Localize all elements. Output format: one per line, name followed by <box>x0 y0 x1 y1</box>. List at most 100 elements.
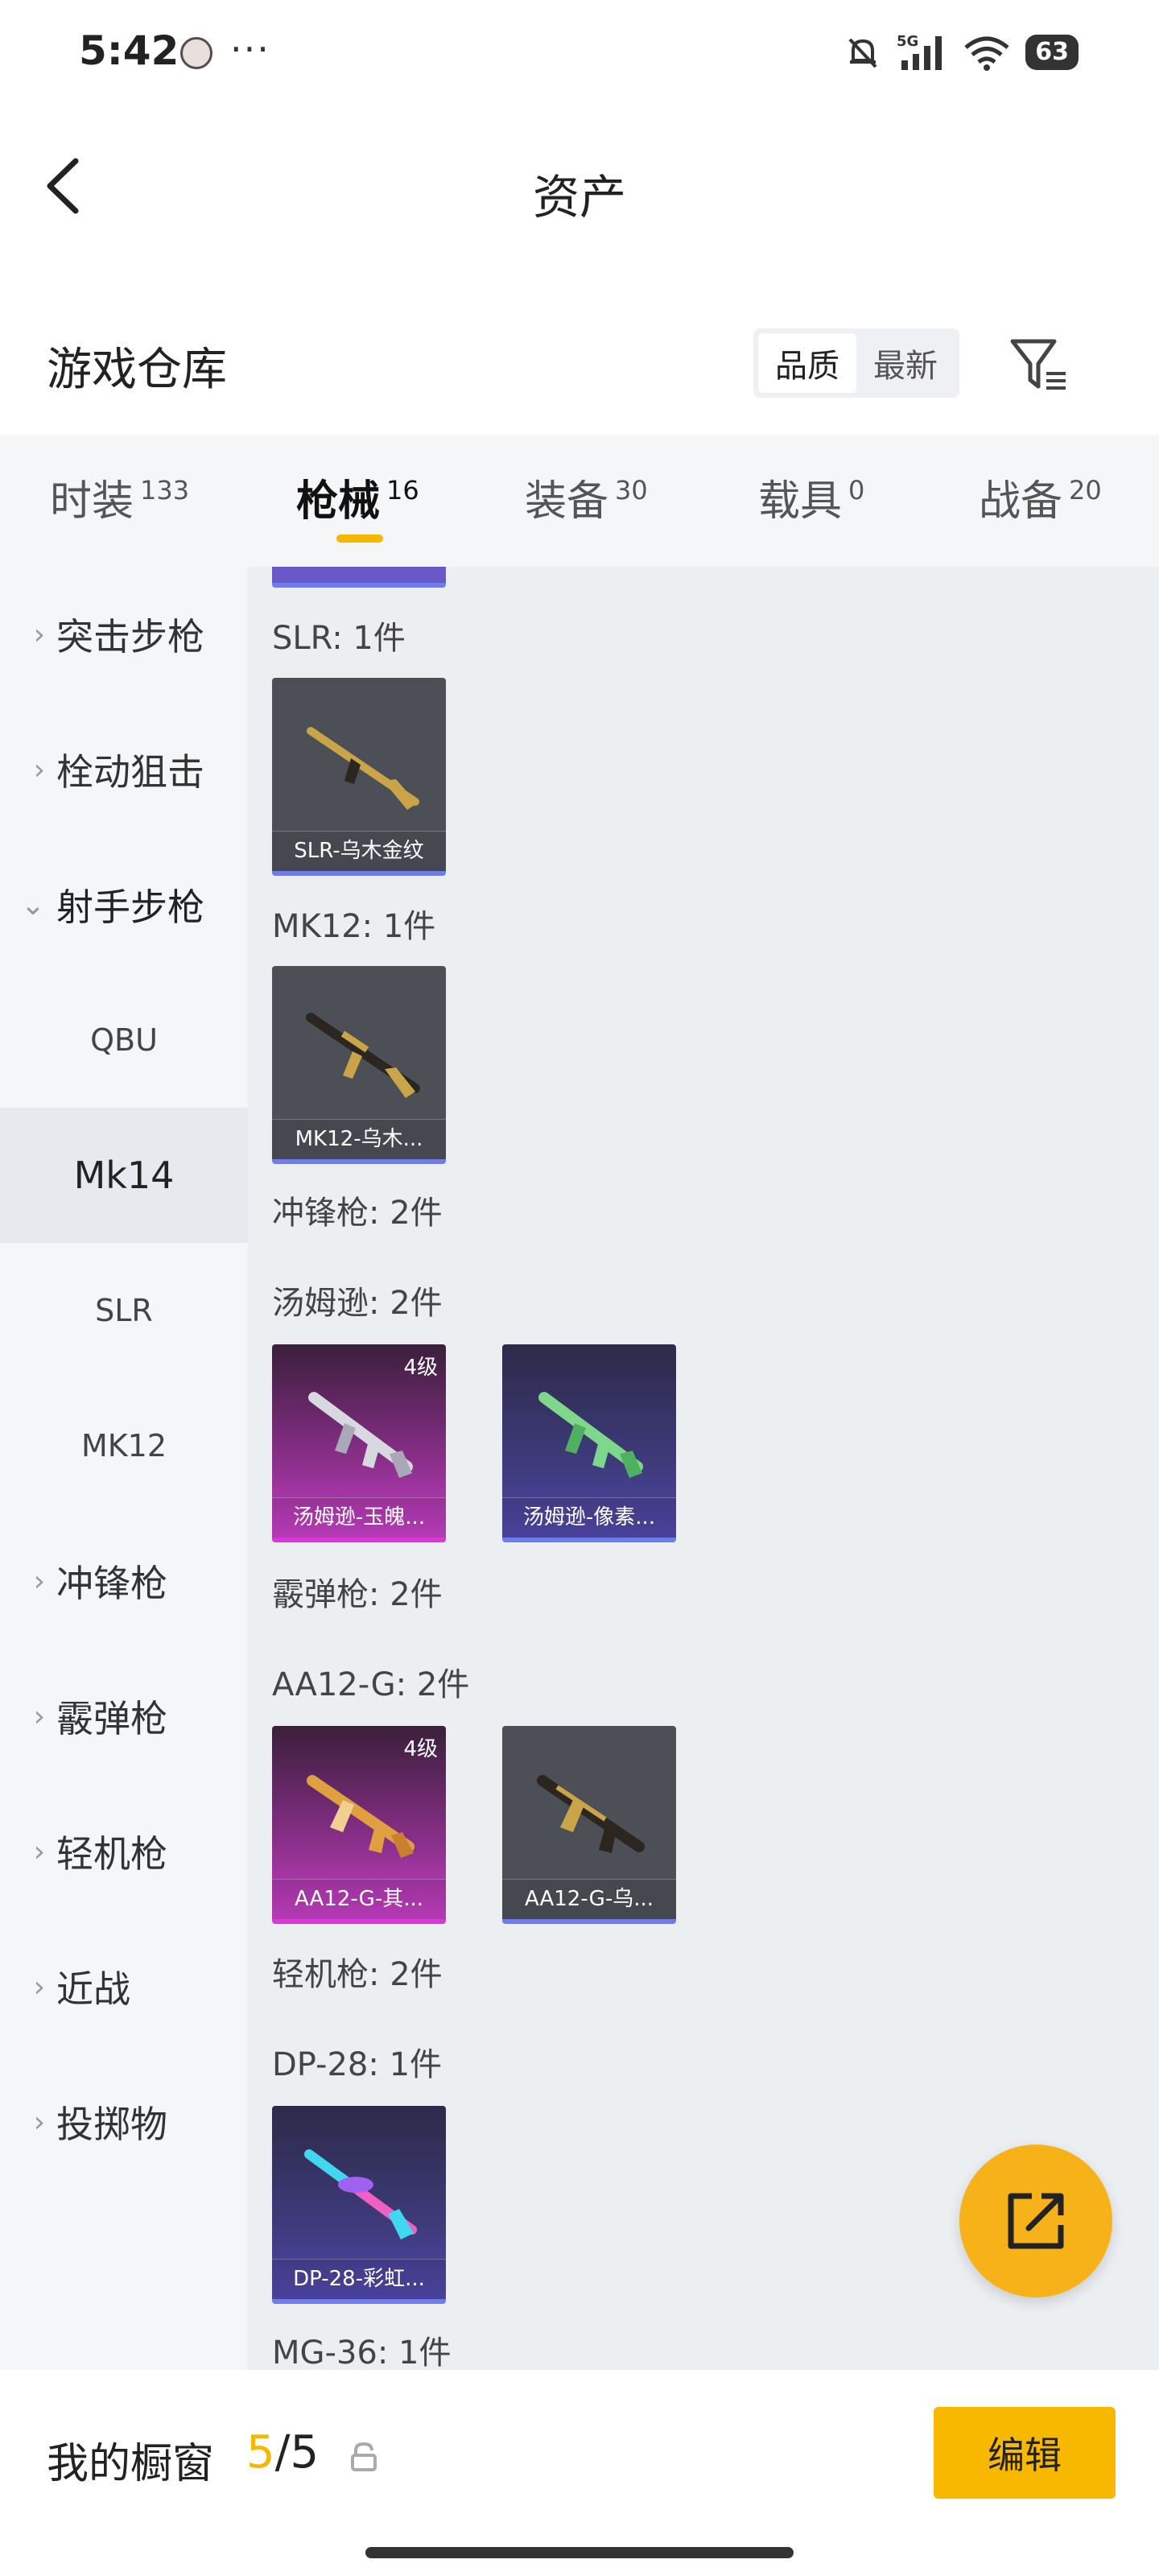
chevron-right-icon: › <box>33 2105 45 2139</box>
sidebar-item-label: 投掷物 <box>56 2103 167 2146</box>
weapon-card-partial[interactable] <box>272 567 446 588</box>
status-time: 5:42 <box>79 27 179 74</box>
weapon-card[interactable]: SLR-乌木金纹 <box>272 678 446 876</box>
weapon-card-name: AA12-G-其... <box>272 1879 446 1919</box>
sidebar-item-throwable[interactable]: › 投掷物 <box>0 2054 248 2190</box>
status-bar: 5:42 ··· 5G 63 <box>0 0 1159 105</box>
sidebar-item-label: 近战 <box>56 1967 130 2011</box>
showcase-label: 我的橱窗 <box>47 2440 215 2488</box>
section-label-dp28: DP-28: 1件 <box>272 2046 443 2083</box>
chevron-down-icon: ⌄ <box>20 888 45 922</box>
sidebar-item-melee[interactable]: › 近战 <box>0 1919 248 2054</box>
tab-count: 0 <box>848 475 865 506</box>
weapon-card[interactable]: MK12-乌木... <box>272 966 446 1164</box>
tab-label: 枪械 <box>296 477 381 526</box>
status-icons: 5G 63 <box>843 32 1079 72</box>
chevron-right-icon: › <box>33 1699 45 1733</box>
section-label-thompson: 汤姆逊: 2件 <box>272 1285 443 1322</box>
edit-button[interactable]: 编辑 <box>934 2407 1116 2499</box>
external-link-icon <box>1008 2193 1064 2249</box>
weapon-card-name: AA12-G-乌... <box>502 1879 676 1919</box>
signal-icon: 5G <box>897 33 942 70</box>
active-tab-indicator <box>336 535 383 543</box>
weapon-card-name: SLR-乌木金纹 <box>272 831 446 871</box>
sidebar-item-bolt-sniper[interactable]: › 栓动狙击 <box>0 702 248 837</box>
sidebar-subitem-mk12[interactable]: MK12 <box>0 1378 248 1513</box>
weapon-card-name: DP-28-彩虹... <box>272 2259 446 2299</box>
section-label-shotgun: 霰弹枪: 2件 <box>272 1576 443 1613</box>
app-header: 资产 <box>0 105 1159 274</box>
home-indicator[interactable] <box>365 2547 794 2558</box>
sidebar-item-lmg[interactable]: › 轻机枪 <box>0 1784 248 1919</box>
shotgun-icon <box>307 1775 415 1858</box>
sidebar-item-label: 冲锋枪 <box>56 1562 167 1605</box>
lock-icon <box>351 2442 377 2471</box>
tab-vehicles[interactable]: 载具 0 <box>758 467 864 527</box>
smg-icon <box>308 1392 413 1478</box>
network-type-label: 5G <box>897 33 918 50</box>
weapon-card[interactable]: 4级 汤姆逊-玉魄... <box>272 1344 446 1542</box>
warehouse-header: 游戏仓库 品质 最新 <box>0 314 1159 411</box>
sidebar-subitem-mk14[interactable]: Mk14 <box>0 1108 248 1243</box>
tab-count: 30 <box>615 475 648 506</box>
sort-newest-button[interactable]: 最新 <box>856 333 955 393</box>
weapon-category-sidebar: › 突击步枪 › 栓动狙击 ⌄ 射手步枪 QBU Mk14 SLR MK12 › 冲锋枪… <box>0 567 248 2370</box>
tab-fashion[interactable]: 时装 133 <box>50 467 189 527</box>
weapon-list: SLR: 1件 SLR-乌木金纹 MK12: 1件 MK12-乌木... 冲锋枪… <box>248 567 1159 2370</box>
sidebar-subitem-qbu[interactable]: QBU <box>0 972 248 1108</box>
shotgun-icon <box>537 1775 645 1853</box>
section-label-smg: 冲锋枪: 2件 <box>272 1195 443 1232</box>
tab-count: 133 <box>140 475 190 506</box>
tab-label: 装备 <box>525 477 609 526</box>
smg-icon <box>538 1392 643 1478</box>
weapon-card[interactable]: AA12-G-乌... <box>502 1726 676 1924</box>
section-label-aa12: AA12-G: 2件 <box>272 1666 470 1703</box>
sidebar-item-shotgun[interactable]: › 霰弹枪 <box>0 1649 248 1784</box>
category-tabs: 时装 133 枪械 16 装备 30 载具 0 战备 20 <box>0 435 1159 567</box>
sidebar-item-assault-rifle[interactable]: › 突击步枪 <box>0 567 248 702</box>
avatar-icon <box>180 37 212 69</box>
tab-weapons[interactable]: 枪械 16 <box>296 467 419 527</box>
chevron-right-icon: › <box>33 753 45 786</box>
weapon-card-name: MK12-乌木... <box>272 1119 446 1159</box>
sidebar-item-label: 霰弹枪 <box>56 1697 167 1740</box>
showcase-bar: 我的橱窗 5/5 编辑 <box>0 2370 1159 2576</box>
wifi-icon <box>964 36 1009 71</box>
showcase-separator: / <box>274 2426 291 2479</box>
sort-quality-button[interactable]: 品质 <box>758 333 856 393</box>
tab-supplies[interactable]: 战备 20 <box>979 467 1102 527</box>
chevron-right-icon: › <box>33 1835 45 1868</box>
sidebar-subitem-slr[interactable]: SLR <box>0 1243 248 1378</box>
tab-equipment[interactable]: 装备 30 <box>525 467 648 527</box>
page-title: 资产 <box>532 170 626 225</box>
warehouse-title: 游戏仓库 <box>47 344 227 396</box>
weapon-card[interactable]: DP-28-彩虹... <box>272 2106 446 2304</box>
tab-count: 20 <box>1069 475 1102 506</box>
sidebar-item-label: 突击步枪 <box>56 615 204 658</box>
tab-label: 战备 <box>979 477 1063 526</box>
section-label-mk12: MK12: 1件 <box>272 908 436 945</box>
sidebar-item-marksman-rifle[interactable]: ⌄ 射手步枪 <box>0 837 248 972</box>
chevron-right-icon: › <box>33 1564 45 1598</box>
sidebar-item-label: 射手步枪 <box>56 886 204 929</box>
rifle-icon <box>306 1013 420 1098</box>
sidebar-item-label: 轻机枪 <box>56 1832 167 1876</box>
sort-toggle: 品质 最新 <box>753 328 959 398</box>
mute-bell-icon <box>848 38 877 68</box>
showcase-total: 5 <box>290 2426 320 2479</box>
weapon-card[interactable]: 4级 AA12-G-其... <box>272 1726 446 1924</box>
showcase-count: 5/5 <box>246 2426 319 2479</box>
lmg-icon <box>304 2149 417 2240</box>
chevron-right-icon: › <box>33 617 45 651</box>
weapon-card-name: 汤姆逊-玉魄... <box>272 1497 446 1538</box>
tab-count: 16 <box>386 475 419 506</box>
weapon-card[interactable]: 汤姆逊-像素... <box>502 1344 676 1542</box>
section-label-mg36: MG-36: 1件 <box>272 2334 452 2370</box>
section-label-slr: SLR: 1件 <box>272 620 406 657</box>
sidebar-item-smg[interactable]: › 冲锋枪 <box>0 1513 248 1649</box>
rifle-icon <box>307 727 419 810</box>
share-fab-button[interactable] <box>959 2145 1112 2297</box>
showcase-current: 5 <box>246 2426 275 2479</box>
tab-label: 载具 <box>758 477 843 526</box>
filter-icon[interactable] <box>1008 333 1072 398</box>
